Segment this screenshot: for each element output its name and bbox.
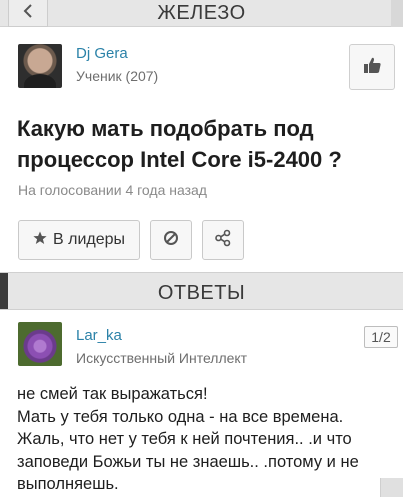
leaders-button-label: В лидеры xyxy=(52,231,126,248)
page-title: ЖЕЛЕЗО xyxy=(157,2,246,24)
author-rank: Ученик (207) xyxy=(76,68,159,84)
answer-author-name-link[interactable]: Lar_ka xyxy=(76,327,122,344)
block-button[interactable] xyxy=(150,220,192,260)
question-title: Какую мать подобрать под процессор Intel… xyxy=(17,116,342,172)
author-name-link[interactable]: Dj Gera xyxy=(76,45,128,62)
answer-line: выполняешь. xyxy=(17,475,119,493)
bottom-edge-tab xyxy=(380,478,403,497)
answer-line: Жаль, что нет у тебя к ней почтения.. .и… xyxy=(17,430,352,448)
block-icon xyxy=(163,230,179,251)
answer-line: заповеди Божьи ты не знаешь.. .потому и … xyxy=(17,452,359,471)
top-bar: ЖЕЛЕЗО xyxy=(0,0,403,27)
like-button[interactable] xyxy=(349,44,395,90)
answers-title: ОТВЕТЫ xyxy=(157,282,246,304)
answer-pager[interactable]: 1/2 xyxy=(364,326,398,348)
leaders-button[interactable]: В лидеры xyxy=(18,220,140,260)
star-icon xyxy=(33,231,47,250)
share-button[interactable] xyxy=(202,220,244,260)
thumbs-up-icon xyxy=(361,54,383,81)
share-icon xyxy=(214,229,232,252)
answer-line: Мать у тебя только одна - на все времена… xyxy=(17,407,344,426)
header-edge xyxy=(391,0,403,27)
answer-line: не смей так выражаться! xyxy=(17,385,208,403)
answers-section-header: ОТВЕТЫ xyxy=(0,272,403,310)
avatar[interactable] xyxy=(18,44,62,88)
answer-author-rank: Искусственный Интеллект xyxy=(76,350,248,366)
answer-text: не смей так выражаться! Мать у тебя толь… xyxy=(17,383,399,496)
question-meta: На голосовании 4 года назад xyxy=(18,182,207,198)
avatar[interactable] xyxy=(18,322,62,366)
